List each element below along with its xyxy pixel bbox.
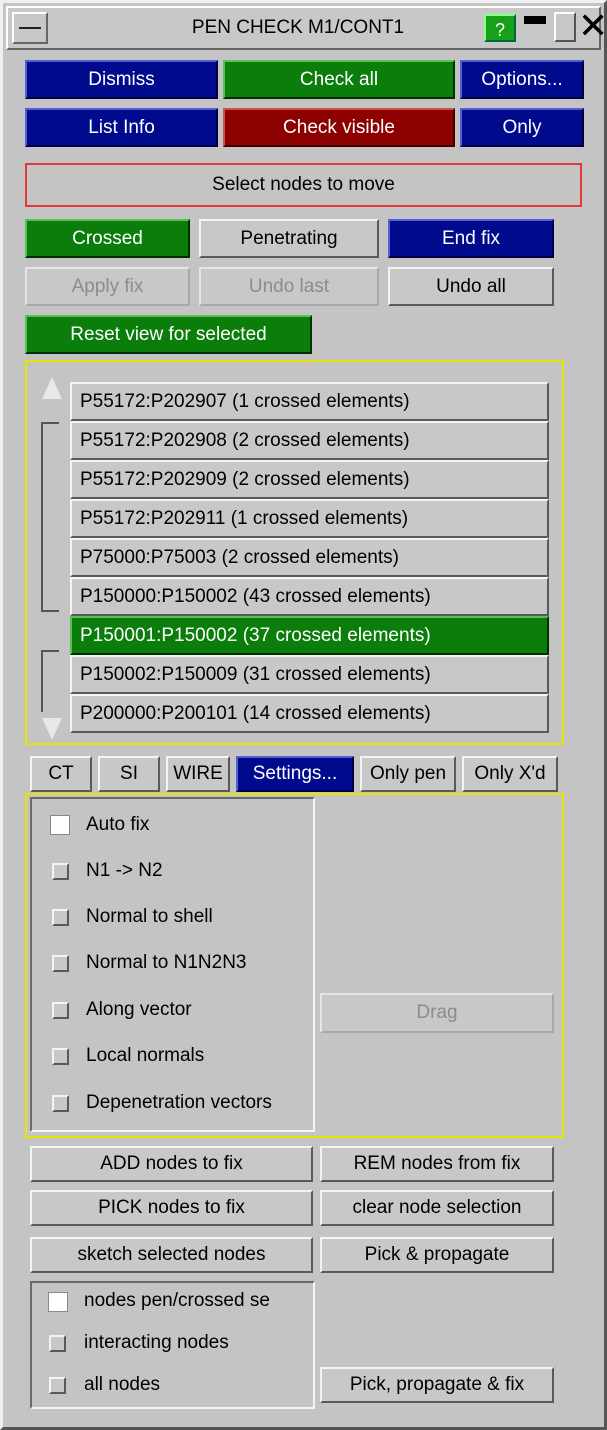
reset-view-button[interactable]: Reset view for selected bbox=[25, 315, 312, 354]
scrollbar-track-line bbox=[41, 422, 43, 612]
list-info-button[interactable]: List Info bbox=[25, 108, 218, 147]
window-menu-button[interactable] bbox=[12, 12, 48, 44]
nodes-pen-crossed-label: nodes pen/crossed se bbox=[84, 1290, 270, 1311]
list-item[interactable]: P55172:P202911 (1 crossed elements) bbox=[70, 499, 549, 538]
settings-button[interactable]: Settings... bbox=[236, 756, 354, 792]
si-filter-button[interactable]: SI bbox=[98, 756, 160, 792]
scrollbar-lower-line bbox=[41, 650, 43, 712]
crossed-button[interactable]: Crossed bbox=[25, 219, 190, 258]
help-button[interactable]: ? bbox=[484, 14, 516, 42]
scroll-up-arrow-icon[interactable] bbox=[42, 377, 62, 399]
normal-to-shell-checkbox[interactable] bbox=[52, 909, 69, 926]
normal-to-shell-label: Normal to shell bbox=[86, 906, 213, 927]
add-nodes-button[interactable]: ADD nodes to fix bbox=[30, 1146, 313, 1182]
check-visible-button[interactable]: Check visible bbox=[223, 108, 455, 147]
maximize-icon[interactable] bbox=[554, 12, 576, 42]
window-title: PEN CHECK M1/CONT1 bbox=[191, 17, 405, 38]
dismiss-button[interactable]: Dismiss bbox=[25, 60, 218, 99]
scroll-down-arrow-icon[interactable] bbox=[42, 718, 62, 740]
list-item[interactable]: P55172:P202907 (1 crossed elements) bbox=[70, 382, 549, 421]
undo-all-button[interactable]: Undo all bbox=[388, 267, 554, 306]
along-vector-checkbox[interactable] bbox=[52, 1002, 69, 1019]
list-item[interactable]: P75000:P75003 (2 crossed elements) bbox=[70, 538, 549, 577]
close-icon[interactable]: ✕ bbox=[578, 6, 607, 46]
clear-node-selection-button[interactable]: clear node selection bbox=[320, 1190, 554, 1226]
depenetration-vectors-checkbox[interactable] bbox=[52, 1095, 69, 1112]
sketch-selected-nodes-button[interactable]: sketch selected nodes bbox=[30, 1237, 313, 1273]
normal-to-n1n2n3-label: Normal to N1N2N3 bbox=[86, 952, 247, 973]
scrollbar-thumb-top[interactable] bbox=[41, 610, 59, 612]
penetrating-button[interactable]: Penetrating bbox=[199, 219, 379, 258]
auto-fix-checkbox[interactable] bbox=[50, 815, 70, 835]
only-button[interactable]: Only bbox=[460, 108, 584, 147]
list-scrollbar[interactable] bbox=[35, 380, 61, 720]
list-item[interactable]: P55172:P202908 (2 crossed elements) bbox=[70, 421, 549, 460]
minimize-icon[interactable] bbox=[524, 16, 546, 24]
normal-to-n1n2n3-checkbox[interactable] bbox=[52, 955, 69, 972]
local-normals-checkbox[interactable] bbox=[52, 1048, 69, 1065]
pick-propagate-button[interactable]: Pick & propagate bbox=[320, 1237, 554, 1273]
wire-filter-button[interactable]: WIRE bbox=[166, 756, 230, 792]
title-bar[interactable]: PEN CHECK M1/CONT1 ? ✕ bbox=[6, 6, 607, 50]
check-all-button[interactable]: Check all bbox=[223, 60, 455, 99]
status-message: Select nodes to move bbox=[25, 163, 582, 207]
end-fix-button[interactable]: End fix bbox=[388, 219, 554, 258]
interacting-nodes-checkbox[interactable] bbox=[49, 1335, 66, 1352]
n1-n2-checkbox[interactable] bbox=[52, 863, 69, 880]
list-item[interactable]: P150000:P150002 (43 crossed elements) bbox=[70, 577, 549, 616]
ct-filter-button[interactable]: CT bbox=[30, 756, 92, 792]
all-nodes-checkbox[interactable] bbox=[49, 1377, 66, 1394]
pick-propagate-fix-button[interactable]: Pick, propagate & fix bbox=[320, 1367, 554, 1403]
list-item-selected[interactable]: P150001:P150002 (37 crossed elements) bbox=[70, 616, 549, 655]
nodes-pen-crossed-checkbox[interactable] bbox=[48, 1292, 68, 1312]
local-normals-label: Local normals bbox=[86, 1045, 205, 1066]
list-item[interactable]: P200000:P200101 (14 crossed elements) bbox=[70, 694, 549, 733]
apply-fix-button[interactable]: Apply fix bbox=[25, 267, 190, 306]
auto-fix-label: Auto fix bbox=[86, 814, 150, 835]
only-pen-button[interactable]: Only pen bbox=[360, 756, 456, 792]
options-button[interactable]: Options... bbox=[460, 60, 584, 99]
along-vector-label: Along vector bbox=[86, 999, 192, 1020]
pick-nodes-button[interactable]: PICK nodes to fix bbox=[30, 1190, 313, 1226]
n1-n2-label: N1 -> N2 bbox=[86, 860, 163, 881]
list-item[interactable]: P55172:P202909 (2 crossed elements) bbox=[70, 460, 549, 499]
list-item[interactable]: P150002:P150009 (31 crossed elements) bbox=[70, 655, 549, 694]
drag-button[interactable]: Drag bbox=[320, 993, 554, 1033]
rem-nodes-button[interactable]: REM nodes from fix bbox=[320, 1146, 554, 1182]
scrollbar-track-cap bbox=[41, 422, 59, 424]
undo-last-button[interactable]: Undo last bbox=[199, 267, 379, 306]
all-nodes-label: all nodes bbox=[84, 1374, 161, 1395]
depenetration-vectors-label: Depenetration vectors bbox=[86, 1092, 272, 1113]
interacting-nodes-label: interacting nodes bbox=[84, 1332, 229, 1353]
only-xd-button[interactable]: Only X'd bbox=[462, 756, 558, 792]
scrollbar-thumb-bottom[interactable] bbox=[41, 650, 59, 652]
